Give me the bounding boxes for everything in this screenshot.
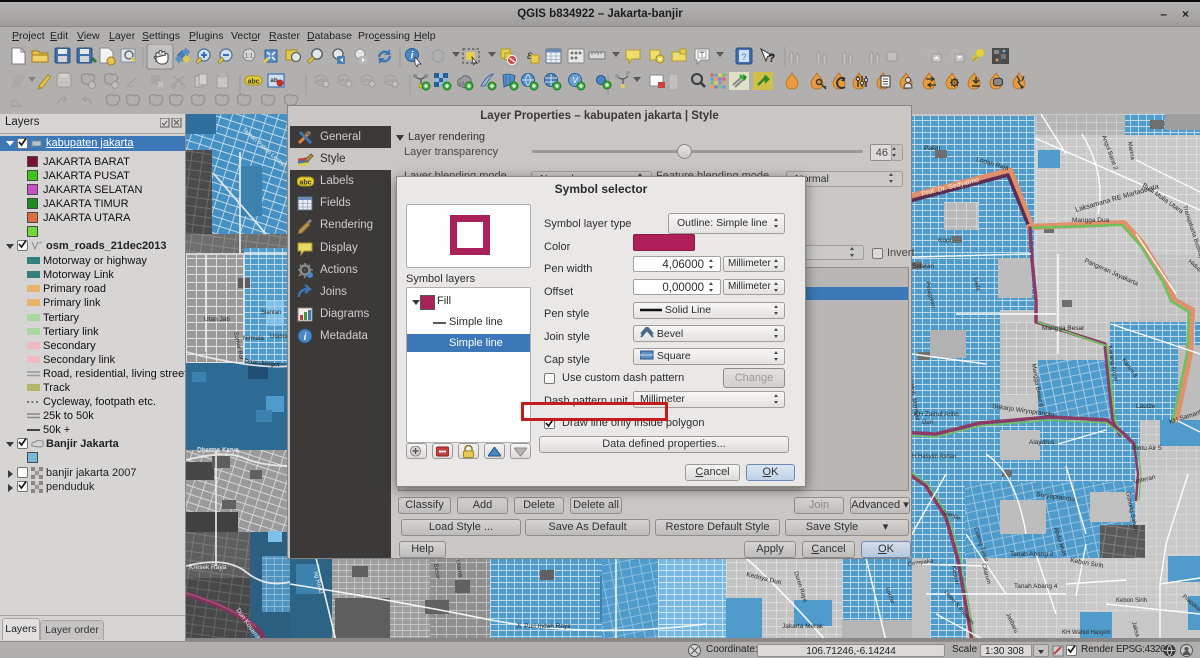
svg-text:i: i bbox=[304, 332, 307, 343]
svg-text:Tanah Abang 4: Tanah Abang 4 bbox=[1014, 583, 1058, 590]
svg-text:Selatan: Selatan bbox=[912, 263, 934, 270]
svg-text:Lautze: Lautze bbox=[1136, 403, 1156, 410]
svg-text:Jakarta Merak: Jakarta Merak bbox=[782, 623, 824, 630]
svg-text:abc: abc bbox=[299, 180, 311, 187]
svg-text:?: ? bbox=[768, 51, 775, 65]
svg-text:Pintu Air 5: Pintu Air 5 bbox=[1132, 445, 1162, 452]
svg-text:KH Zainul Arifin: KH Zainul Arifin bbox=[914, 411, 959, 418]
svg-text:Pakin: Pakin bbox=[924, 145, 941, 152]
svg-text:Kopi: Kopi bbox=[938, 237, 951, 244]
svg-text:Kresek Raya: Kresek Raya bbox=[189, 564, 227, 571]
svg-text:Utan Jati: Utan Jati bbox=[204, 316, 230, 323]
svg-text:Nirmala: Nirmala bbox=[243, 336, 264, 342]
svg-text:abc: abc bbox=[247, 79, 259, 86]
svg-text:Duri: Duri bbox=[922, 420, 933, 426]
svg-text:KH Hasyim Ashari: KH Hasyim Ashari bbox=[908, 454, 956, 460]
svg-text:Mangga Dua: Mangga Dua bbox=[1072, 217, 1110, 224]
svg-text:KH Wahid Hasyim: KH Wahid Hasyim bbox=[1062, 630, 1110, 636]
svg-text:Kebon Sirih: Kebon Sirih bbox=[1116, 598, 1147, 604]
svg-text:Utama: Utama bbox=[270, 334, 288, 340]
svg-text:Mangga Besar: Mangga Besar bbox=[1042, 325, 1085, 332]
svg-text:1:1: 1:1 bbox=[245, 54, 254, 60]
svg-text:i: i bbox=[411, 51, 414, 62]
svg-text:Jl. Puri Indah Raya: Jl. Puri Indah Raya bbox=[516, 623, 571, 630]
svg-text:?: ? bbox=[741, 52, 746, 62]
svg-text:Siantan: Siantan bbox=[261, 310, 281, 316]
svg-text:Alaydrus: Alaydrus bbox=[1029, 439, 1055, 446]
svg-text:Dharma Karya: Dharma Karya bbox=[197, 447, 239, 454]
svg-text:T: T bbox=[700, 52, 705, 59]
svg-text:Tanah Abang 2: Tanah Abang 2 bbox=[1010, 551, 1054, 558]
